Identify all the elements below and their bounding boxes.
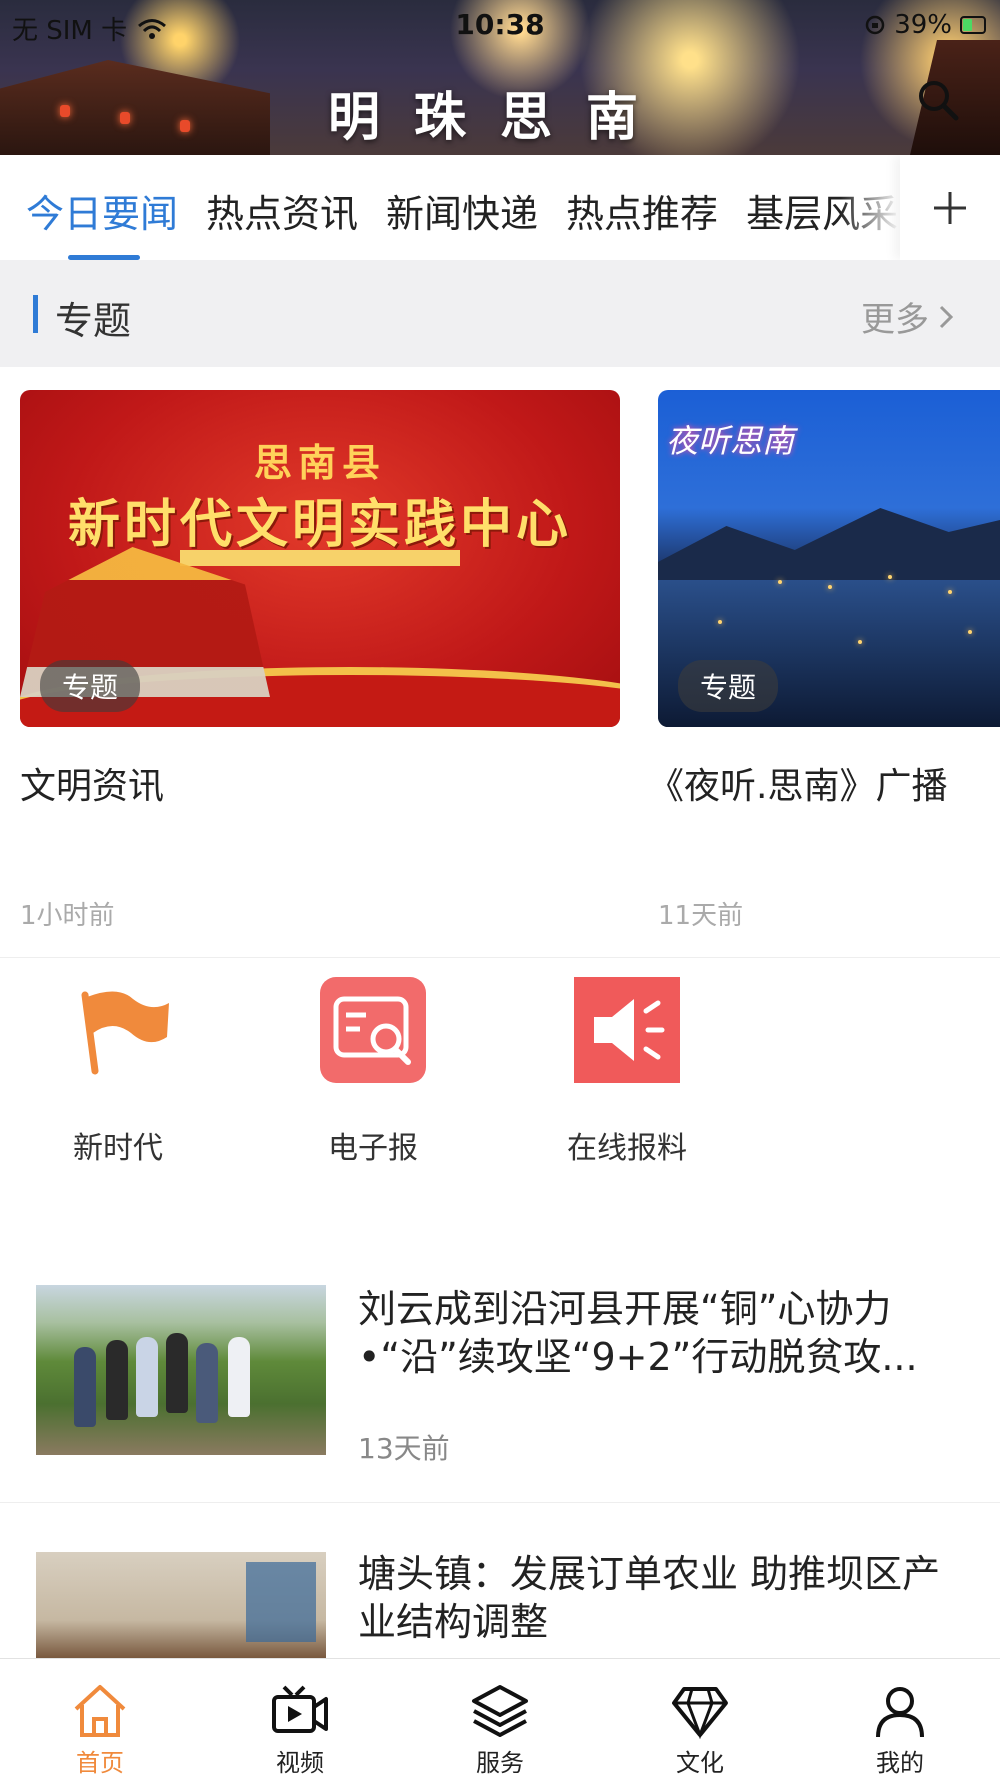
news-time: 13天前 [358, 1432, 450, 1465]
plus-icon [934, 191, 966, 224]
search-icon[interactable] [916, 78, 960, 122]
city-light [858, 640, 862, 644]
photo-figure [228, 1337, 250, 1417]
more-label: 更多 [861, 300, 929, 340]
city-light [828, 585, 832, 589]
tab-row: 今日要闻 热点资讯 新闻快递 热点推荐 基层风采 [26, 183, 898, 238]
nav-label: 视频 [276, 1749, 324, 1777]
newspaper-search-icon [320, 977, 426, 1083]
status-time: 10:38 [455, 8, 545, 41]
news-item[interactable]: 刘云成到沿河县开展“铜”心协力•“沿”续攻坚“9+2”行动脱贫攻... 13天前 [0, 1285, 1000, 1500]
tab-fade [840, 155, 900, 260]
app-title: 明珠思南 [327, 87, 672, 148]
quick-entries: 新时代 电子报 在线报料 [0, 975, 1000, 1175]
photo-figure [196, 1343, 218, 1423]
more-link[interactable]: 更多 [861, 292, 955, 341]
tab-hot-recommend[interactable]: 热点推荐 [566, 183, 718, 238]
news-thumbnail [36, 1552, 326, 1658]
city-light [888, 575, 892, 579]
nav-label: 首页 [76, 1749, 124, 1777]
tab-today-news[interactable]: 今日要闻 [26, 183, 178, 238]
image-logo-text: 夜听思南 [666, 422, 795, 460]
nav-culture[interactable]: 文化 [600, 1659, 800, 1778]
nav-video[interactable]: 视频 [200, 1659, 400, 1778]
section-title: 专题 [55, 299, 132, 343]
news-thumbnail [36, 1285, 326, 1455]
featured-title: 《夜听.思南》广播 [648, 766, 948, 807]
section-header: 专题 更多 [0, 260, 1000, 367]
status-bar: 无 SIM 卡 10:38 39% [0, 0, 1000, 50]
featured-image: 思南县 新时代文明实践中心 专题 [20, 390, 620, 727]
divider [0, 957, 1000, 958]
photo-window [246, 1562, 316, 1642]
featured-card[interactable]: 夜听思南 专题 《夜听.思南》广播 11天前 [648, 390, 1000, 931]
image-caption-top: 思南县 [253, 440, 386, 485]
nav-label: 文化 [676, 1749, 724, 1777]
section-marker [33, 295, 38, 333]
entry-online-report[interactable]: 在线报料 [547, 975, 707, 1167]
featured-card[interactable]: 思南县 新时代文明实践中心 专题 文明资讯 1小时前 [20, 390, 620, 931]
nav-home[interactable]: 首页 [0, 1659, 200, 1778]
city-light [948, 590, 952, 594]
featured-time: 1小时前 [20, 901, 115, 931]
battery-icon [960, 16, 986, 34]
city-light [778, 580, 782, 584]
nav-service[interactable]: 服务 [400, 1659, 600, 1778]
entry-e-paper[interactable]: 电子报 [293, 975, 453, 1167]
user-icon [876, 1687, 924, 1738]
entry-new-era[interactable]: 新时代 [38, 975, 198, 1167]
nav-label: 服务 [476, 1749, 524, 1777]
entry-label: 在线报料 [567, 1131, 687, 1166]
news-item[interactable]: 塘头镇：发展订单农业 助推坝区产业结构调整 [0, 1550, 1000, 1658]
featured-image: 夜听思南 专题 [658, 390, 1000, 727]
image-banner-strip [180, 550, 460, 566]
photo-figure [166, 1333, 188, 1413]
photo-figure [136, 1337, 158, 1417]
add-channel-button[interactable] [900, 155, 1000, 260]
video-icon [272, 1685, 328, 1733]
layers-icon [472, 1685, 528, 1737]
speaker-icon [574, 977, 680, 1083]
featured-time: 11天前 [658, 901, 744, 931]
news-title: 刘云成到沿河县开展“铜”心协力•“沿”续攻坚“9+2”行动脱贫攻... [358, 1287, 918, 1379]
nav-label: 我的 [876, 1749, 924, 1777]
battery-percent: 39% [894, 10, 952, 40]
divider [0, 1502, 1000, 1503]
news-title: 塘头镇：发展订单农业 助推坝区产业结构调整 [358, 1552, 941, 1644]
status-right: 39% [864, 10, 986, 40]
image-caption-main: 新时代文明实践中心 [67, 494, 572, 555]
city-light [718, 620, 722, 624]
nav-mine[interactable]: 我的 [800, 1659, 1000, 1778]
bottom-nav: 首页 视频 服务 文化 我的 [0, 1658, 1000, 1778]
photo-figure [106, 1340, 128, 1420]
flag-icon [81, 991, 169, 1075]
featured-title: 文明资讯 [20, 766, 165, 807]
chevron-right-icon [939, 305, 954, 328]
tab-news-express[interactable]: 新闻快递 [386, 183, 538, 238]
topic-badge: 专题 [678, 660, 779, 712]
entry-label: 电子报 [328, 1131, 418, 1166]
photo-figure [74, 1347, 96, 1427]
diamond-icon [672, 1687, 728, 1740]
topic-badge: 专题 [40, 660, 141, 712]
channel-tabs: 今日要闻 热点资讯 新闻快递 热点推荐 基层风采 [0, 155, 1000, 260]
rotation-lock-icon [865, 15, 885, 35]
entry-label: 新时代 [73, 1131, 163, 1166]
home-icon [74, 1685, 126, 1737]
header-banner: 无 SIM 卡 10:38 39% 明珠思南 [0, 0, 1000, 155]
city-light [968, 630, 972, 634]
tab-hot-info[interactable]: 热点资讯 [206, 183, 358, 238]
